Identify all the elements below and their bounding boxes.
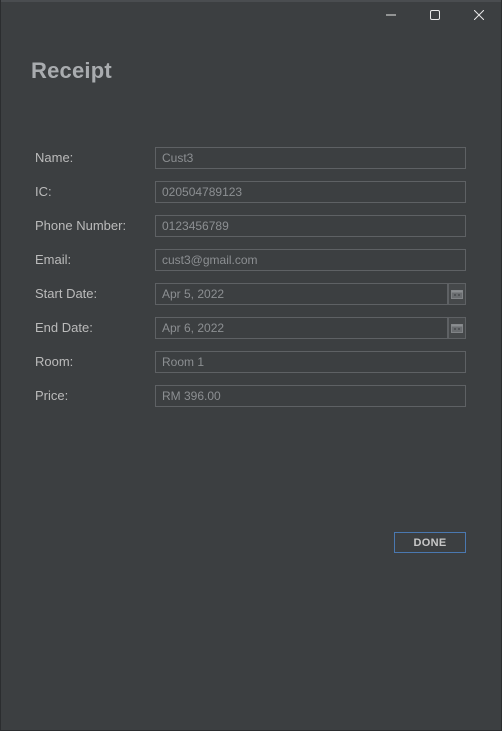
close-icon <box>474 10 484 20</box>
start-date-calendar-button[interactable] <box>448 283 466 305</box>
form-row-room: Room: Room 1 <box>35 351 467 373</box>
price-field[interactable]: RM 396.00 <box>155 385 466 407</box>
ic-field[interactable]: 020504789123 <box>155 181 466 203</box>
maximize-icon <box>430 10 440 20</box>
start-date-label: Start Date: <box>35 286 98 301</box>
end-date-calendar-button[interactable] <box>448 317 466 339</box>
maximize-button[interactable] <box>413 0 457 30</box>
form-row-price: Price: RM 396.00 <box>35 385 467 407</box>
phone-field[interactable]: 0123456789 <box>155 215 466 237</box>
email-label: Email: <box>35 252 72 267</box>
name-label: Name: <box>35 150 74 165</box>
end-date-label: End Date: <box>35 320 93 335</box>
form-row-ic: IC: 020504789123 <box>35 181 467 203</box>
form-row-name: Name: Cust3 <box>35 147 467 169</box>
name-field[interactable]: Cust3 <box>155 147 466 169</box>
ic-label: IC: <box>35 184 52 199</box>
room-label: Room: <box>35 354 74 369</box>
done-button[interactable]: DONE <box>394 532 466 553</box>
form-row-end-date: End Date: Apr 6, 2022 <box>35 317 467 339</box>
form-row-email: Email: cust3@gmail.com <box>35 249 467 271</box>
minimize-button[interactable] <box>369 0 413 30</box>
room-field[interactable]: Room 1 <box>155 351 466 373</box>
close-button[interactable] <box>457 0 501 30</box>
page-title: Receipt <box>31 58 112 83</box>
start-date-field[interactable]: Apr 5, 2022 <box>155 283 448 305</box>
end-date-field[interactable]: Apr 6, 2022 <box>155 317 448 339</box>
form-row-phone: Phone Number: 0123456789 <box>35 215 467 237</box>
email-field[interactable]: cust3@gmail.com <box>155 249 466 271</box>
minimize-icon <box>386 14 396 16</box>
window-titlebar <box>369 0 501 30</box>
phone-label: Phone Number: <box>35 218 127 233</box>
calendar-icon <box>451 290 463 299</box>
receipt-window: Receipt Name: Cust3 IC: 020504789123 Pho… <box>0 0 502 731</box>
form-row-start-date: Start Date: Apr 5, 2022 <box>35 283 467 305</box>
calendar-icon <box>451 324 463 333</box>
price-label: Price: <box>35 388 69 403</box>
